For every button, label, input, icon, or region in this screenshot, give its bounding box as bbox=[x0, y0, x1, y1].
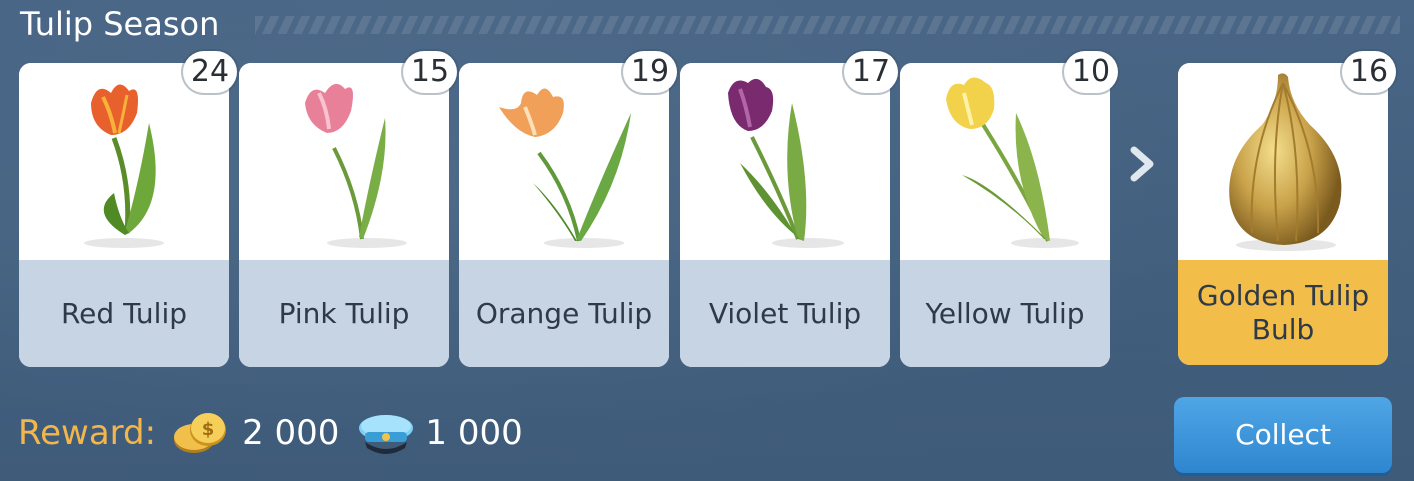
collection-item-pink-tulip[interactable]: Pink Tulip 15 bbox=[239, 51, 457, 367]
collection-item-violet-tulip[interactable]: Violet Tulip 17 bbox=[680, 51, 898, 367]
golden-bulb-image bbox=[1178, 63, 1388, 260]
item-count-badge: 19 bbox=[623, 51, 677, 93]
reward-item-name: Golden Tulip Bulb bbox=[1178, 260, 1388, 365]
item-name: Yellow Tulip bbox=[900, 260, 1110, 367]
coins-icon: $ bbox=[174, 413, 227, 453]
reward-item-count-badge: 16 bbox=[1342, 51, 1396, 93]
officer-cap-icon bbox=[359, 415, 414, 454]
collection-item-yellow-tulip[interactable]: Yellow Tulip 10 bbox=[900, 51, 1118, 367]
reward-summary: Reward: $ 2 000 1 000 bbox=[18, 408, 541, 458]
red-tulip-image bbox=[19, 63, 229, 260]
item-name: Orange Tulip bbox=[459, 260, 669, 367]
svg-text:$: $ bbox=[202, 419, 215, 440]
collection-reward-golden-tulip-bulb[interactable]: Golden Tulip Bulb 16 bbox=[1178, 51, 1396, 365]
item-name: Pink Tulip bbox=[239, 260, 449, 367]
orange-tulip-image bbox=[459, 63, 669, 260]
title-divider bbox=[255, 16, 1400, 34]
item-count-badge: 10 bbox=[1064, 51, 1118, 93]
reward-label: Reward: bbox=[18, 413, 157, 453]
yellow-tulip-image bbox=[900, 63, 1110, 260]
violet-tulip-image bbox=[680, 63, 890, 260]
reward-caps-value: 1 000 bbox=[425, 413, 523, 453]
collection-item-red-tulip[interactable]: Red Tulip 24 bbox=[19, 51, 237, 367]
pink-tulip-image bbox=[239, 63, 449, 260]
chevron-right-icon bbox=[1130, 146, 1154, 182]
item-count-badge: 15 bbox=[403, 51, 457, 93]
item-count-badge: 17 bbox=[844, 51, 898, 93]
item-name: Violet Tulip bbox=[680, 260, 890, 367]
collect-button[interactable]: Collect bbox=[1174, 397, 1392, 473]
item-name: Red Tulip bbox=[19, 260, 229, 367]
reward-coins-value: 2 000 bbox=[242, 413, 340, 453]
item-count-badge: 24 bbox=[183, 51, 237, 93]
collection-title: Tulip Season bbox=[20, 5, 220, 43]
collection-item-orange-tulip[interactable]: Orange Tulip 19 bbox=[459, 51, 677, 367]
